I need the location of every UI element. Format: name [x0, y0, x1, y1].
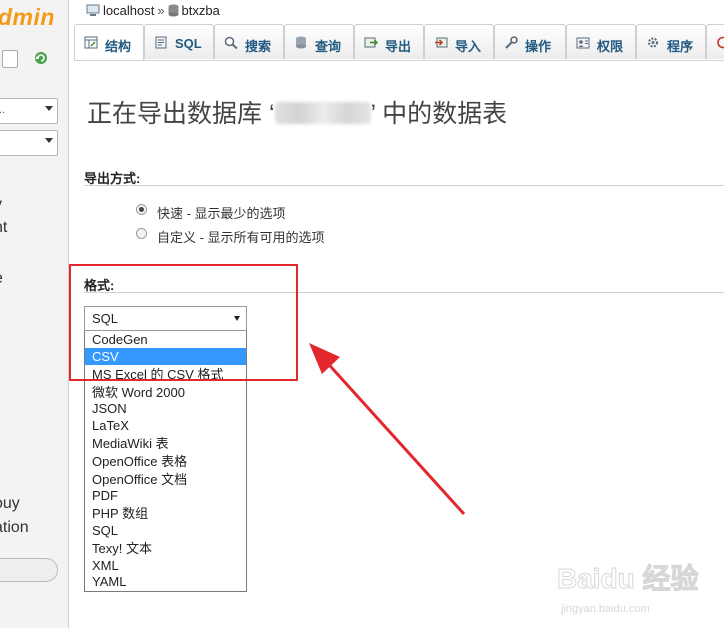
baidu-jingyan-watermark: Baidu 经验 jingyan.baidu.com: [557, 562, 700, 616]
annotation-arrow: [309, 343, 466, 516]
watermark-text: Baidu 经验: [557, 562, 699, 594]
watermark-url: jingyan.baidu.com: [560, 603, 650, 615]
